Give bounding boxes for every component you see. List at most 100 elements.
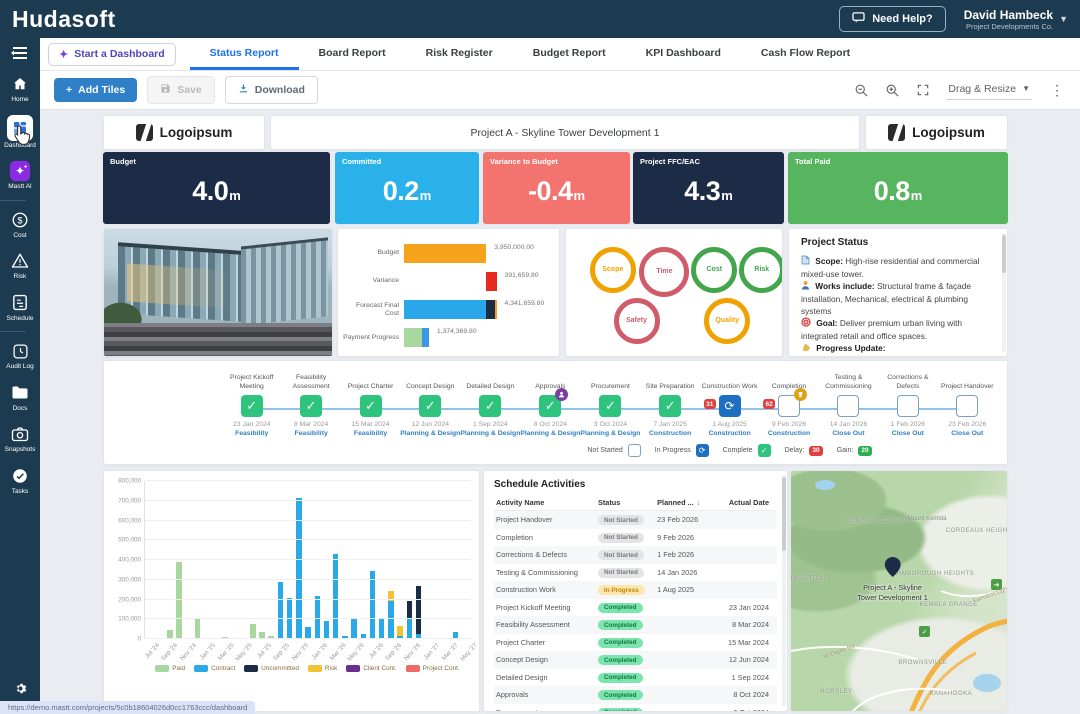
milestone-completion[interactable]: Completion629 Feb 2026Construction <box>759 371 818 437</box>
legend-label: Paid <box>172 665 185 672</box>
table-row[interactable]: Concept DesignCompleted12 Jun 2024 <box>494 651 777 669</box>
project-title-tile[interactable]: Project A - Skyline Tower Development 1 <box>270 115 860 150</box>
scrollbar[interactable] <box>1002 233 1006 352</box>
cell-status: Not Started <box>598 567 657 578</box>
kpi-card-variance-to-budget[interactable]: Variance to Budget-0.4m <box>483 152 630 224</box>
table-row[interactable]: CompletionNot Started9 Feb 2026 <box>494 529 777 547</box>
sidebar-item-home[interactable]: Home <box>0 68 40 110</box>
zoom-in-icon[interactable] <box>885 83 900 98</box>
milestone-project-kickoff-meeting[interactable]: Project Kickoff Meeting✓23 Jan 2024Feasi… <box>222 371 281 437</box>
kpi-card-project-ffc-eac[interactable]: Project FFC/EAC4.3m <box>633 152 784 224</box>
sort-descending-icon[interactable]: ↓ <box>697 500 701 507</box>
sidebar-item-dashboard[interactable]: Dashboard <box>0 110 40 156</box>
start-dashboard-button[interactable]: ✦ Start a Dashboard <box>48 43 176 66</box>
project-status-tile[interactable]: Project Status Scope: High-rise resident… <box>788 228 1008 357</box>
add-tiles-button[interactable]: + Add Tiles <box>54 78 137 102</box>
milestone-corrections-defects[interactable]: Corrections & Defects1 Feb 2026Close Out <box>878 371 937 437</box>
table-row[interactable]: Corrections & DefectsNot Started1 Feb 20… <box>494 546 777 564</box>
sidebar-item-audit-log[interactable]: Audit Log <box>0 335 40 377</box>
sidebar-item-mastt-ai[interactable]: ✦✦Mastt AI <box>0 155 40 197</box>
more-options-icon[interactable]: ⋮ <box>1048 82 1066 99</box>
milestone-detailed-design[interactable]: Detailed Design✓1 Sep 2024Planning & Des… <box>460 371 520 437</box>
sidebar-item-docs[interactable]: Docs <box>0 377 40 419</box>
map-pin-icon[interactable] <box>885 557 901 577</box>
table-row[interactable]: Project HandoverNot Started23 Feb 2026 <box>494 511 777 529</box>
milestone-project-handover[interactable]: Project Handover23 Feb 2026Close Out <box>938 371 997 437</box>
cell-status: Not Started <box>598 532 657 543</box>
milestone-timeline-tile[interactable]: Project Kickoff Meeting✓23 Jan 2024Feasi… <box>103 360 1008 465</box>
table-row[interactable]: ApprovalsCompleted8 Oct 2024 <box>494 686 777 704</box>
table-row[interactable]: ProcurementCompleted3 Oct 2024 <box>494 704 777 713</box>
table-row[interactable]: Feasibility AssessmentCompleted8 Mar 202… <box>494 616 777 634</box>
scrollbar[interactable] <box>782 475 786 707</box>
sidebar-item-snapshots[interactable]: Snapshots <box>0 418 40 460</box>
health-indicators-tile[interactable]: ScopeTimeCostRisk Safety Quality <box>565 228 783 357</box>
milestone-testing-commissioning[interactable]: Testing & Commissioning14 Jan 2026Close … <box>819 371 878 437</box>
zoom-out-icon[interactable] <box>854 83 869 98</box>
user-menu[interactable]: David Hambeck Project Developments Co. ▼ <box>964 8 1068 31</box>
health-circle-risk[interactable]: Risk <box>739 247 783 293</box>
settings-gear-icon[interactable] <box>12 680 29 702</box>
table-row[interactable]: Detailed DesignCompleted1 Sep 2024 <box>494 669 777 687</box>
sidebar-collapse-button[interactable] <box>9 44 31 62</box>
milestone-feasibility-assessment[interactable]: Feasibility Assessment✓8 Mar 2024Feasibi… <box>281 371 340 437</box>
column-planned[interactable]: Planned ...↓ <box>657 498 713 507</box>
cell-activity-name: Detailed Design <box>496 673 598 682</box>
kpi-value: 4.0m <box>110 176 323 207</box>
tab-cash-flow-report[interactable]: Cash Flow Report <box>741 38 870 70</box>
schedule-activities-tile[interactable]: Schedule Activities Activity Name Status… <box>483 470 788 712</box>
legend-not-started: Not Started <box>587 444 640 457</box>
logo-tile-right[interactable]: Logoipsum <box>865 115 1008 150</box>
tab-budget-report[interactable]: Budget Report <box>513 38 626 70</box>
user-org: Project Developments Co. <box>964 22 1053 31</box>
need-help-button[interactable]: Need Help? <box>839 6 946 32</box>
milestone-concept-design[interactable]: Concept Design✓12 Jun 2024Planning & Des… <box>400 371 460 437</box>
legend-gain-label: Gain: <box>837 447 854 454</box>
save-button[interactable]: Save <box>147 76 215 104</box>
milestone-name: Concept Design <box>406 371 454 391</box>
docs-icon <box>9 382 31 404</box>
cell-actual: 15 Mar 2024 <box>713 638 775 647</box>
table-row[interactable]: Construction WorkIn Progress1 Aug 2025 <box>494 581 777 599</box>
health-circle-scope[interactable]: Scope <box>590 247 636 293</box>
drag-resize-dropdown[interactable]: Drag & Resize ▼ <box>946 81 1032 100</box>
health-circle-quality[interactable]: Quality <box>704 298 750 344</box>
sidebar-item-risk[interactable]: Risk <box>0 245 40 287</box>
tab-board-report[interactable]: Board Report <box>299 38 406 70</box>
health-circle-safety[interactable]: Safety <box>614 298 660 344</box>
sidebar-item-schedule[interactable]: Schedule <box>0 287 40 329</box>
tab-risk-register[interactable]: Risk Register <box>406 38 513 70</box>
fullscreen-icon[interactable] <box>916 83 930 97</box>
column-status[interactable]: Status <box>598 498 657 507</box>
kpi-card-committed[interactable]: Committed0.2m <box>335 152 479 224</box>
cashflow-legend-risk: Risk <box>308 665 337 672</box>
tab-kpi-dashboard[interactable]: KPI Dashboard <box>626 38 741 70</box>
cashflow-chart-tile[interactable]: 800,000700,000600,000500,000400,000300,0… <box>103 470 480 712</box>
legend-label: Client Cont. <box>363 665 396 672</box>
kpi-card-total-paid[interactable]: Total Paid0.8m <box>788 152 1008 224</box>
budget-summary-chart-tile[interactable]: Budget3,950,000.00Variance391,659.80Fore… <box>337 228 560 357</box>
project-photo-tile[interactable] <box>103 228 333 357</box>
kpi-card-budget[interactable]: Budget4.0m <box>103 152 330 224</box>
tab-status-report[interactable]: Status Report <box>190 38 299 70</box>
project-location-map[interactable]: ✓ ➜ KEMBLA LOOKOUTMount KemblaCORDEAUX H… <box>791 471 1007 711</box>
health-circle-cost[interactable]: Cost <box>691 247 737 293</box>
table-row[interactable]: Project Kickoff MeetingCompleted23 Jan 2… <box>494 599 777 617</box>
milestone-approvals[interactable]: Approvals✓8 Oct 2024Planning & Design <box>520 371 580 437</box>
milestone-project-charter[interactable]: Project Charter✓15 Mar 2024Feasibility <box>341 371 400 437</box>
sidebar-item-cost[interactable]: $Cost <box>0 204 40 246</box>
column-actual-date[interactable]: Actual Date <box>713 498 775 507</box>
table-row[interactable]: Project CharterCompleted15 Mar 2024 <box>494 634 777 652</box>
table-row[interactable]: Testing & CommissioningNot Started14 Jan… <box>494 564 777 582</box>
health-circle-time[interactable]: Time <box>639 247 689 297</box>
map-tile[interactable]: ✓ ➜ KEMBLA LOOKOUTMount KemblaCORDEAUX H… <box>790 470 1008 712</box>
logo-tile-left[interactable]: Logoipsum <box>103 115 265 150</box>
download-button[interactable]: Download <box>225 76 318 104</box>
milestone-site-preparation[interactable]: Site Preparation✓7 Jan 2025Construction <box>640 371 699 437</box>
sidebar-item-tasks[interactable]: Tasks <box>0 460 40 502</box>
sparkle-icon: ✦ <box>59 48 68 61</box>
milestone-construction-work[interactable]: Construction Work31⟳1 Aug 2025Constructi… <box>700 371 759 437</box>
column-activity-name[interactable]: Activity Name <box>496 498 598 507</box>
milestone-date: 7 Jan 2025 <box>653 421 687 428</box>
milestone-procurement[interactable]: Procurement✓3 Oct 2024Planning & Design <box>580 371 640 437</box>
